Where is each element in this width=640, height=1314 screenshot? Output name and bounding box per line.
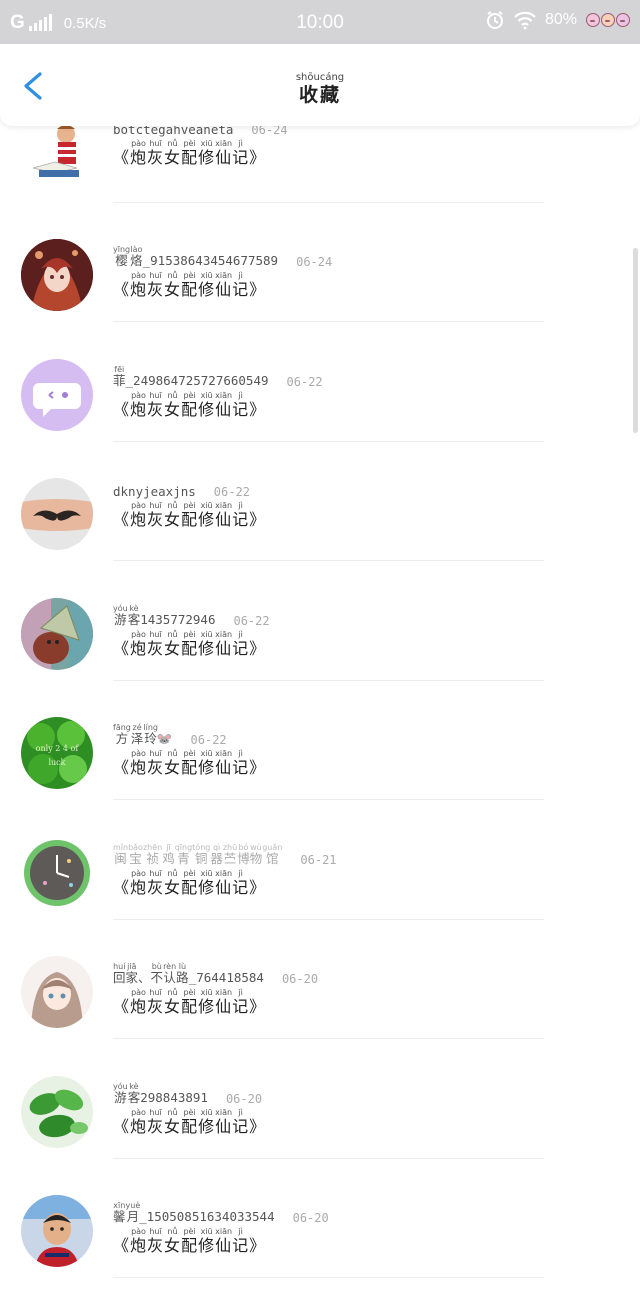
row-divider <box>113 1038 544 1039</box>
name-row: 菲fēi_249864725727660549 06-22 <box>113 365 323 389</box>
row-divider <box>113 919 544 920</box>
list-item[interactable]: 闽mǐn宝bǎo祯zhēn鸡jī青qīng铜tóng器qì苎zhū博bó物wù馆… <box>0 837 640 956</box>
row-divider <box>113 1277 544 1278</box>
wifi-icon <box>514 11 536 30</box>
favorite-date: 06-21 <box>300 853 337 867</box>
list-item[interactable]: 游yóu客kè1435772946 06-22 《炮pào灰huī女nǚ配pèi修x… <box>0 598 640 717</box>
row-divider <box>113 441 544 442</box>
user-name: 方fāng泽zé玲líng🐭 <box>113 723 173 746</box>
cartoon-faces-icon <box>585 13 630 27</box>
name-row: 闽mǐn宝bǎo祯zhēn鸡jī青qīng铜tóng器qì苎zhū博bó物wù馆… <box>113 843 337 867</box>
list-item[interactable]: 馨xīn月yuè_15050851634033544 06-20 《炮pào灰huī… <box>0 1195 640 1314</box>
favorite-date: 06-20 <box>292 1211 329 1225</box>
item-meta: dknyjeaxjns 06-22 《炮pào灰huī女nǚ配pèi修xiū仙xiā… <box>113 484 266 530</box>
mustache-finger-avatar[interactable] <box>21 478 93 550</box>
party-hat-avatar[interactable] <box>21 598 93 670</box>
book-title[interactable]: 《炮pào灰huī女nǚ配pèi修xiū仙xiān记jì》 <box>113 630 270 659</box>
green-clock-avatar[interactable] <box>21 837 93 909</box>
user-name: 馨xīn月yuè_15050851634033544 <box>113 1201 275 1224</box>
book-title[interactable]: 《炮pào灰huī女nǚ配pèi修xiū仙xiān记jì》 <box>113 271 332 300</box>
user-name: dknyjeaxjns <box>113 484 196 499</box>
list-item[interactable]: 游yóu客kè298843891 06-20 《炮pào灰huī女nǚ配pèi修xi… <box>0 1076 640 1195</box>
book-title[interactable]: 《炮pào灰huī女nǚ配pèi修xiū仙xiān记jì》 <box>113 139 288 168</box>
page-title-pinyin: shōucáng <box>295 72 345 83</box>
user-name: 回huí家jiā、不bù认rèn路lù_764418584 <box>113 962 264 985</box>
name-row: 回huí家jiā、不bù认rèn路lù_764418584 06-20 <box>113 962 318 986</box>
name-row: 方fāng泽zé玲líng🐭 06-22 <box>113 723 266 747</box>
alarm-icon <box>486 11 503 29</box>
item-meta: 菲fēi_249864725727660549 06-22 《炮pào灰huī女nǚ… <box>113 365 323 420</box>
item-meta: 樱yīng烙lào_91538643454677589 06-24 《炮pào灰hu… <box>113 245 332 300</box>
book-title[interactable]: 《炮pào灰huī女nǚ配pèi修xiū仙xiān记jì》 <box>113 1227 329 1256</box>
item-meta: 游yóu客kè298843891 06-20 《炮pào灰huī女nǚ配pèi修xi… <box>113 1082 266 1137</box>
favorite-date: 06-22 <box>286 375 323 389</box>
anime-girl-avatar[interactable] <box>21 239 93 311</box>
list-item[interactable]: 樱yīng烙lào_91538643454677589 06-24 《炮pào灰hu… <box>0 239 640 358</box>
favorite-date: 06-22 <box>213 485 250 499</box>
favorite-date: 06-24 <box>296 255 333 269</box>
user-name: 闽mǐn宝bǎo祯zhēn鸡jī青qīng铜tóng器qì苎zhū博bó物wù馆… <box>113 843 283 866</box>
row-divider <box>113 560 544 561</box>
book-title[interactable]: 《炮pào灰huī女nǚ配pèi修xiū仙xiān记jì》 <box>113 869 337 898</box>
item-meta: botctegahveaneta 06-24 《炮pào灰huī女nǚ配pèi修xi… <box>113 122 288 168</box>
name-row: 馨xīn月yuè_15050851634033544 06-20 <box>113 1201 329 1225</box>
row-divider <box>113 799 544 800</box>
favorite-date: 06-20 <box>225 1092 263 1106</box>
item-meta: 闽mǐn宝bǎo祯zhēn鸡jī青qīng铜tóng器qì苎zhū博bó物wù馆… <box>113 843 337 898</box>
green-leaves-avatar[interactable] <box>21 1076 93 1148</box>
user-name: 樱yīng烙lào_91538643454677589 <box>113 245 279 268</box>
book-title[interactable]: 《炮pào灰huī女nǚ配pèi修xiū仙xiān记jì》 <box>113 501 266 530</box>
name-row: 樱yīng烙lào_91538643454677589 06-24 <box>113 245 332 269</box>
anime-girl-sketch-avatar[interactable] <box>21 956 93 1028</box>
favorite-date: 06-22 <box>233 614 270 628</box>
list-item[interactable]: botctegahveaneta 06-24 《炮pào灰huī女nǚ配pèi修xi… <box>0 120 640 239</box>
svg-text:only 2 4 of: only 2 4 of <box>36 744 80 753</box>
page-title-text: 收藏 <box>298 84 341 106</box>
name-row: 游yóu客kè298843891 06-20 <box>113 1082 266 1106</box>
boy-photo-avatar[interactable] <box>21 1195 93 1267</box>
item-meta: 馨xīn月yuè_15050851634033544 06-20 《炮pào灰huī… <box>113 1201 329 1256</box>
name-row: dknyjeaxjns 06-22 <box>113 484 266 499</box>
item-meta: 游yóu客kè1435772946 06-22 《炮pào灰huī女nǚ配pèi修x… <box>113 604 270 659</box>
status-bar: G 0.5K/s 10:00 80% <box>0 0 640 44</box>
book-title[interactable]: 《炮pào灰huī女nǚ配pèi修xiū仙xiān记jì》 <box>113 391 323 420</box>
user-name: 菲fēi_249864725727660549 <box>113 365 269 388</box>
nav-header: shōucáng 收藏 <box>0 44 640 126</box>
list-item[interactable]: 菲fēi_249864725727660549 06-22 《炮pào灰huī女nǚ… <box>0 359 640 478</box>
row-divider <box>113 321 544 322</box>
row-divider <box>113 202 544 203</box>
favorite-date: 06-20 <box>281 972 319 986</box>
book-title[interactable]: 《炮pào灰huī女nǚ配pèi修xiū仙xiān记jì》 <box>113 749 266 778</box>
purple-chat-avatar[interactable] <box>21 359 93 431</box>
battery-level: 80% <box>544 11 577 28</box>
book-title[interactable]: 《炮pào灰huī女nǚ配pèi修xiū仙xiān记jì》 <box>113 1108 266 1137</box>
list-item[interactable]: only 2 4 of luck 方fāng泽zé玲líng🐭 06-22 《炮pà… <box>0 717 640 836</box>
item-meta: 方fāng泽zé玲líng🐭 06-22 《炮pào灰huī女nǚ配pèi修xiū仙… <box>113 723 266 778</box>
reading-child-avatar[interactable] <box>21 120 93 192</box>
page-title: shōucáng 收藏 <box>0 72 640 106</box>
row-divider <box>113 680 544 681</box>
scrollbar[interactable] <box>633 248 638 433</box>
list-item[interactable]: dknyjeaxjns 06-22 《炮pào灰huī女nǚ配pèi修xiū仙xiā… <box>0 478 640 597</box>
name-row: 游yóu客kè1435772946 06-22 <box>113 604 270 628</box>
row-divider <box>113 1158 544 1159</box>
user-name: 游yóu客kè1435772946 <box>113 604 216 627</box>
favorite-date: 06-22 <box>190 733 227 747</box>
list-item[interactable]: 回huí家jiā、不bù认rèn路lù_764418584 06-20 《炮pào灰… <box>0 956 640 1075</box>
item-meta: 回huí家jiā、不bù认rèn路lù_764418584 06-20 《炮pào灰… <box>113 962 318 1017</box>
user-name: 游yóu客kè298843891 <box>113 1082 208 1105</box>
svg-text:luck: luck <box>48 758 65 767</box>
book-title[interactable]: 《炮pào灰huī女nǚ配pèi修xiū仙xiān记jì》 <box>113 988 318 1017</box>
clover-avatar[interactable]: only 2 4 of luck <box>21 717 93 789</box>
